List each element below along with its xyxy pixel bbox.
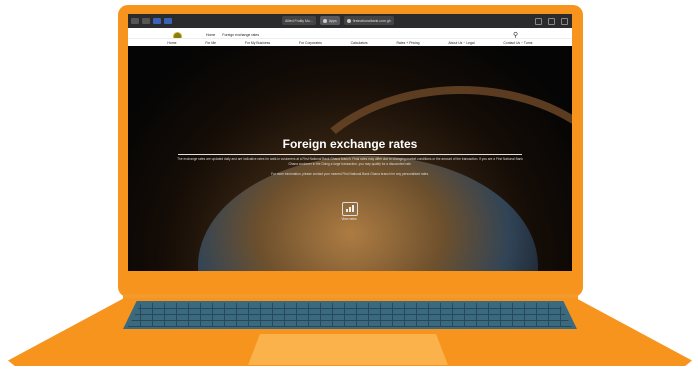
extension-icon[interactable] [153,18,161,24]
keyboard-keys [128,303,572,327]
share-icon[interactable] [535,18,542,25]
browser-tab[interactable]: firstnationalbank.com.gh [343,16,394,25]
nav-item-for-my-business[interactable]: For My Business [245,41,270,45]
browser-tab[interactable]: Allied Fruitly Mu... [282,16,316,25]
bar-chart-icon [346,205,354,212]
browser-toolbar: Allied Fruitly Mu... Apps firstnationalb… [128,14,572,28]
page-title: Foreign exchange rates [282,137,418,151]
tab-strip: Allied Fruitly Mu... Apps firstnationalb… [278,16,394,25]
laptop-screen: Allied Fruitly Mu... Apps firstnationalb… [128,14,572,271]
extension-icon[interactable] [164,18,172,24]
breadcrumb-home[interactable]: Home [206,33,215,37]
hero-description: The exchange rates are updated daily and… [177,157,523,166]
tabs-overview-icon[interactable] [561,18,568,25]
tab-favicon-icon [346,18,351,23]
breadcrumb: Home Foreign exchange rates [206,33,265,37]
nav-item-for-corporates[interactable]: For Corporates [299,41,322,45]
new-tab-icon[interactable] [548,18,555,25]
nav-item-home[interactable]: Home [167,41,176,45]
back-icon[interactable] [142,18,150,24]
browser-tab[interactable]: Apps [319,16,340,25]
hero-note: For more information, please contact you… [271,172,429,176]
main-nav: Home For Me For My Business For Corporat… [128,38,572,46]
browser-actions [529,18,568,25]
nav-item-about-us[interactable]: About Us ~ Legal [448,41,474,45]
hero-banner: Foreign exchange rates The exchange rate… [128,46,572,271]
view-rates-button[interactable] [342,202,358,216]
trackpad [248,334,448,365]
view-rates-label[interactable]: View rates [333,217,365,221]
astrolabe-ring-image [288,86,572,271]
breadcrumb-current: Foreign exchange rates [222,33,260,37]
nav-item-for-me[interactable]: For Me [205,41,216,45]
title-divider [178,154,522,155]
tab-favicon-icon [322,18,327,23]
sidebar-icon[interactable] [131,18,139,24]
nav-item-contact-us[interactable]: Contact Us ~ Turns [503,41,532,45]
nav-item-rates-pricing[interactable]: Rates + Pricing [396,41,419,45]
nav-item-calculators[interactable]: Calculators [351,41,368,45]
